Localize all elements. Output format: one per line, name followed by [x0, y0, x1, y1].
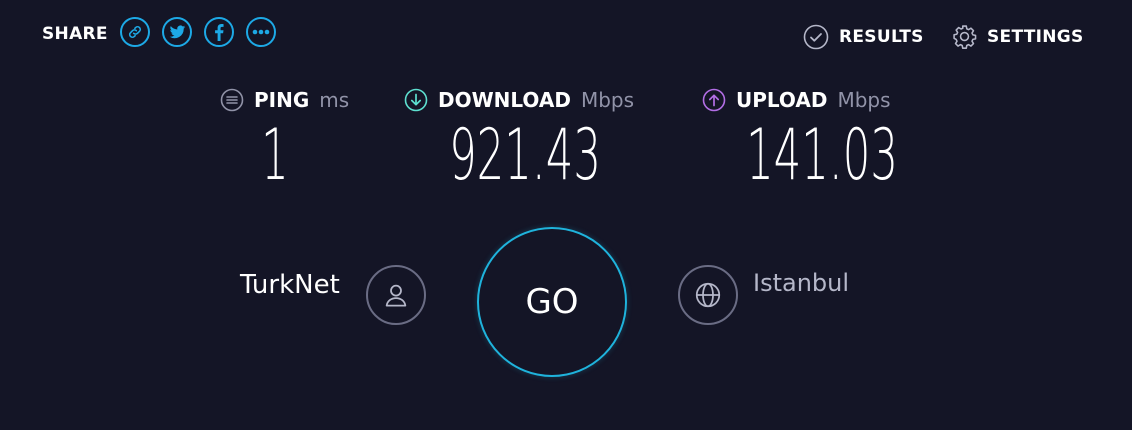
settings-link[interactable]: SETTINGS — [952, 24, 1084, 49]
share-link-button[interactable] — [120, 17, 150, 47]
isp-name: TurkNet — [240, 270, 340, 300]
upload-arrow-icon — [702, 88, 726, 112]
more-icon — [252, 29, 270, 35]
upload-unit: Mbps — [837, 88, 891, 112]
download-unit: Mbps — [580, 88, 635, 112]
gear-icon — [953, 25, 977, 49]
link-icon — [128, 25, 142, 39]
download-value: 921.43 — [449, 114, 601, 196]
go-button[interactable]: GO — [477, 227, 627, 377]
globe-icon — [695, 282, 721, 308]
upload-label: UPLOAD — [736, 88, 828, 112]
server-button[interactable] — [678, 265, 738, 325]
share-facebook-button[interactable] — [204, 17, 234, 47]
results-label: RESULTS — [839, 27, 924, 47]
ping-value: 1 — [261, 114, 289, 196]
share-label: SHARE — [42, 24, 108, 44]
facebook-icon — [215, 23, 224, 41]
ping-label: PING — [254, 88, 310, 112]
twitter-icon — [169, 25, 185, 38]
results-link[interactable]: RESULTS — [803, 24, 924, 50]
user-icon — [385, 284, 407, 307]
download-arrow-icon — [404, 88, 428, 112]
share-twitter-button[interactable] — [162, 17, 192, 47]
share-more-button[interactable] — [246, 17, 276, 47]
upload-value: 141.03 — [746, 114, 898, 196]
download-label: DOWNLOAD — [438, 88, 571, 112]
check-circle-icon — [803, 24, 829, 50]
settings-label: SETTINGS — [987, 26, 1084, 47]
ping-icon — [220, 88, 244, 112]
isp-button[interactable] — [366, 265, 426, 325]
upload-header: UPLOAD Mbps — [702, 88, 891, 112]
ping-unit: ms — [319, 88, 350, 112]
download-header: DOWNLOAD Mbps — [404, 88, 634, 112]
server-name: Istanbul — [753, 269, 850, 297]
go-label: GO — [525, 282, 579, 322]
ping-header: PING ms — [220, 88, 349, 112]
